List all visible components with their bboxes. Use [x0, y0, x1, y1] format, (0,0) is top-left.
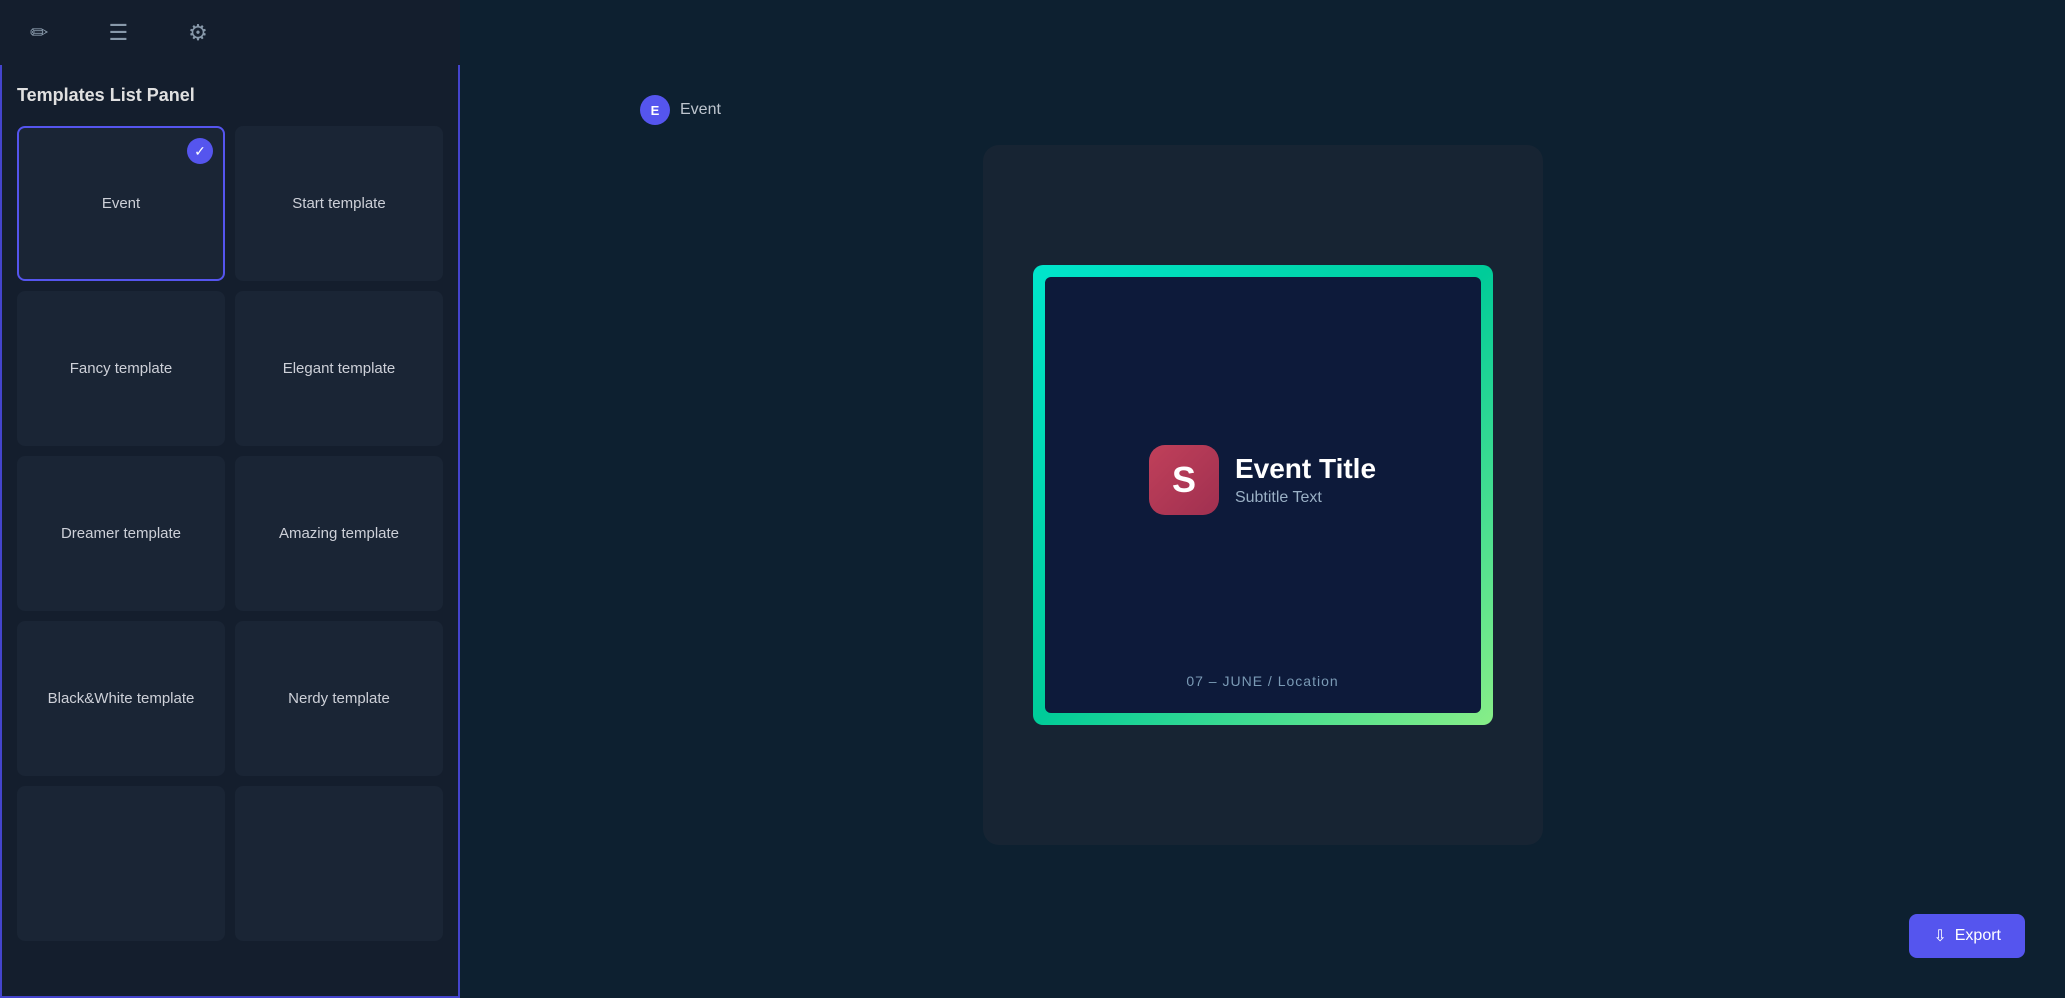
template-label-fancy: Fancy template [70, 360, 173, 377]
settings-icon[interactable]: ⚙ [188, 20, 208, 46]
preview-header: E Event [640, 95, 721, 125]
preview-container: S Event Title Subtitle Text 07 – JUNE / … [983, 145, 1543, 845]
template-item-fancy[interactable]: Fancy template [17, 291, 225, 446]
template-label-event: Event [102, 195, 140, 212]
template-item-extra1[interactable] [17, 786, 225, 941]
template-item-blackwhite[interactable]: Black&White template [17, 621, 225, 776]
export-button[interactable]: ⇩ Export [1909, 914, 2025, 958]
template-item-start[interactable]: Start template [235, 126, 443, 281]
panel-title: Templates List Panel [17, 85, 443, 106]
edit-icon[interactable]: ✏ [30, 20, 48, 46]
template-item-nerdy[interactable]: Nerdy template [235, 621, 443, 776]
event-card: S Event Title Subtitle Text 07 – JUNE / … [1033, 265, 1493, 725]
preview-header-icon: E [640, 95, 670, 125]
template-grid: ✓ Event Start template Fancy template Elegan… [17, 126, 443, 941]
template-label-nerdy: Nerdy template [288, 690, 390, 707]
event-subtitle-text: Subtitle Text [1235, 489, 1376, 507]
templates-list-panel: Templates List Panel ✓ Event Start templat… [0, 65, 460, 998]
event-card-inner: S Event Title Subtitle Text 07 – JUNE / … [1045, 277, 1481, 713]
template-label-start: Start template [292, 195, 385, 212]
template-item-extra2[interactable] [235, 786, 443, 941]
event-card-logo-row: S Event Title Subtitle Text [1149, 445, 1376, 515]
event-date-text: 07 – JUNE / Location [1186, 673, 1338, 689]
selected-check-badge: ✓ [187, 138, 213, 164]
event-logo-icon: S [1149, 445, 1219, 515]
right-area: E Event S Event Title Subtitle Text 07 –… [460, 65, 2065, 998]
template-item-dreamer[interactable]: Dreamer template [17, 456, 225, 611]
template-label-amazing: Amazing template [279, 525, 399, 542]
template-label-dreamer: Dreamer template [61, 525, 181, 542]
template-label-elegant: Elegant template [283, 360, 396, 377]
main-layout: Templates List Panel ✓ Event Start templat… [0, 65, 2065, 998]
template-item-elegant[interactable]: Elegant template [235, 291, 443, 446]
template-item-amazing[interactable]: Amazing template [235, 456, 443, 611]
template-item-event[interactable]: ✓ Event [17, 126, 225, 281]
event-title-block: Event Title Subtitle Text [1235, 453, 1376, 507]
template-label-blackwhite: Black&White template [48, 690, 195, 707]
menu-icon[interactable]: ☰ [108, 20, 128, 46]
preview-header-text: Event [680, 101, 721, 119]
toolbar: ✏ ☰ ⚙ [0, 0, 460, 65]
export-label: Export [1955, 927, 2001, 945]
export-icon: ⇩ [1933, 926, 1946, 946]
event-title-text: Event Title [1235, 453, 1376, 485]
